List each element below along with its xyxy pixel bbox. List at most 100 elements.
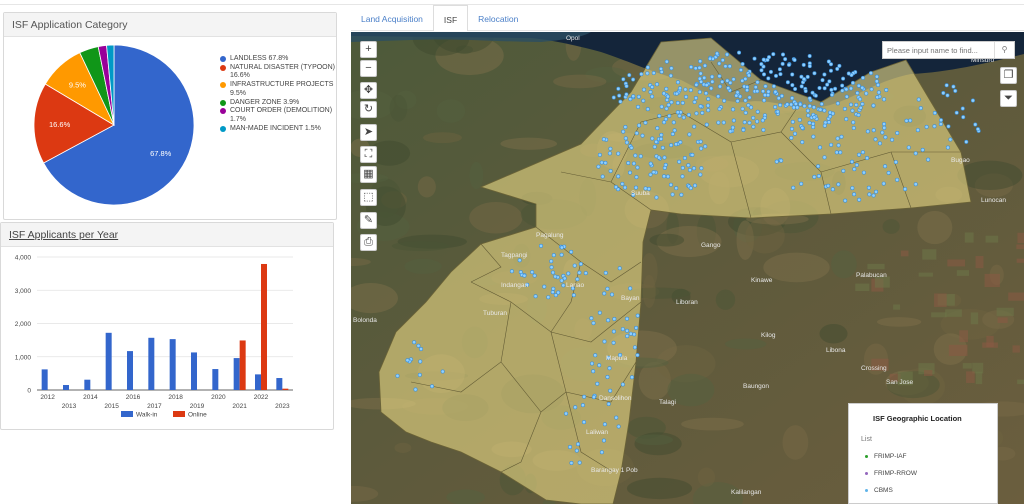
pie-slice-label-1: 16.6%	[49, 120, 71, 129]
place-label: Mapula	[606, 355, 628, 362]
bar-walk-in-2018[interactable]	[169, 339, 176, 390]
rotate-button[interactable]: ↻	[360, 101, 377, 118]
pie-legend-item-0[interactable]: LANDLESS 67.8%	[220, 55, 340, 63]
y-tick-label: 1,000	[15, 354, 32, 361]
place-label: Liboran	[676, 299, 698, 306]
pie-legend-item-1[interactable]: NATURAL DISASTER (TYPOON) 16.6%	[220, 64, 340, 81]
legend-dot-icon	[220, 99, 226, 106]
place-label: Bolonda	[353, 317, 377, 324]
bar-legend-label[interactable]: Online	[188, 412, 207, 419]
legend-dot-icon	[220, 82, 226, 89]
x-tick-label: 2016	[126, 394, 141, 401]
bar-panel-title[interactable]: ISF Applicants per Year	[1, 223, 333, 247]
x-tick-label: 2013	[62, 403, 77, 410]
place-label: Tuburan	[483, 310, 507, 317]
bar-walk-in-2015[interactable]	[105, 332, 112, 390]
map-search-input[interactable]	[883, 42, 995, 58]
place-label: Tagpangi	[501, 252, 527, 259]
filter-button[interactable]: ⏷	[1000, 90, 1017, 107]
print-button[interactable]: ⎙	[360, 234, 377, 251]
x-tick-label: 2021	[232, 403, 247, 410]
pie-legend-item-3[interactable]: DANGER ZONE 3.9%	[220, 99, 340, 107]
geo-legend-subtitle: List	[861, 436, 872, 443]
place-label: Kinawe	[751, 277, 773, 284]
pie-legend-item-4[interactable]: COURT ORDER (DEMOLITION) 1.7%	[220, 107, 340, 124]
x-tick-label: 2012	[40, 394, 55, 401]
y-tick-label: 3,000	[15, 288, 32, 295]
place-label: San Jose	[886, 379, 913, 386]
x-tick-label: 2014	[83, 394, 98, 401]
legend-dot-icon	[220, 64, 226, 71]
y-tick-label: 2,000	[15, 321, 32, 328]
pie-legend-label: INFRASTRUCTURE PROJECTS 9.5%	[230, 81, 334, 97]
layers-button[interactable]: ❐	[1000, 67, 1017, 84]
search-icon[interactable]: ⚲	[994, 42, 1014, 58]
tab-land-acquisition[interactable]: Land Acquisition	[351, 5, 433, 31]
pie-legend-item-5[interactable]: MAN-MADE INCIDENT 1.5%	[220, 125, 340, 133]
place-label: Gango	[701, 242, 721, 249]
place-label: Baungon	[743, 383, 769, 390]
place-label: Bugao	[951, 157, 970, 164]
place-label: Lanao	[566, 282, 584, 289]
geo-legend-item-frimp-rrow[interactable]: FRIMP-RROW	[849, 470, 997, 477]
bar-walk-in-2021[interactable]	[233, 358, 240, 390]
bar-legend-label[interactable]: Walk-in	[136, 412, 158, 419]
legend-dot-icon	[220, 108, 226, 115]
zoom-out-button[interactable]: −	[360, 60, 377, 77]
compass-button[interactable]: ➤	[360, 124, 377, 141]
bar-walk-in-2020[interactable]	[212, 369, 219, 390]
bar-walk-in-2013[interactable]	[63, 385, 69, 390]
place-label: Bayan	[621, 295, 640, 302]
pie-slice-label-0: 67.8%	[150, 149, 172, 158]
pie-legend-label: MAN-MADE INCIDENT 1.5%	[230, 124, 321, 132]
application-category-panel: ISF Application Category 67.8% 16.6% 9.5% …	[3, 12, 337, 220]
pie-legend: LANDLESS 67.8% NATURAL DISASTER (TYPOON) 1…	[220, 55, 340, 134]
map-area: Land Acquisition ISF Relocation Opol Minsur…	[351, 5, 1024, 504]
bar-walk-in-2012[interactable]	[41, 369, 48, 390]
bar-legend-swatch-icon	[121, 411, 133, 417]
place-label: Lunocan	[981, 197, 1006, 204]
pie-legend-label: LANDLESS 67.8%	[230, 55, 289, 62]
select-button[interactable]: ⬚	[360, 189, 377, 206]
pie-legend-label: NATURAL DISASTER (TYPOON) 16.6%	[230, 63, 336, 80]
bar-online-2023[interactable]	[282, 388, 289, 390]
zoom-in-button[interactable]: +	[360, 41, 377, 58]
bar-online-2021[interactable]	[239, 340, 246, 390]
pan-button[interactable]: ✥	[360, 82, 377, 99]
bar-online-2022[interactable]	[261, 263, 267, 390]
legend-dot-icon	[220, 125, 226, 132]
bar-walk-in-2022[interactable]	[255, 374, 261, 390]
x-tick-label: 2017	[147, 403, 162, 410]
legend-dot-icon	[865, 489, 868, 492]
bar-chart: 0 1,000 2,000 3,000 4,000 2012 2013 2014 2015 201…	[15, 255, 293, 419]
tab-isf[interactable]: ISF	[432, 5, 469, 31]
bar-walk-in-2017[interactable]	[148, 337, 155, 390]
tab-relocation[interactable]: Relocation	[468, 5, 528, 31]
edit-button[interactable]: ✎	[360, 212, 377, 229]
applicants-per-year-panel: ISF Applicants per Year 0 1,000 2,000 3,000…	[0, 222, 334, 430]
bar-walk-in-2016[interactable]	[127, 351, 133, 390]
x-tick-label: 2019	[190, 403, 205, 410]
bar-walk-in-2023[interactable]	[276, 378, 283, 390]
pie-legend-label: DANGER ZONE 3.9%	[230, 98, 300, 106]
map-search: ⚲	[882, 41, 1015, 59]
pie-legend-item-2[interactable]: INFRASTRUCTURE PROJECTS 9.5%	[220, 81, 340, 98]
legend-dot-icon	[865, 455, 868, 458]
place-label: Suuba	[631, 190, 650, 197]
geo-legend-label: FRIMP-IAF	[874, 453, 907, 460]
y-tick-label: 4,000	[15, 255, 32, 262]
bar-walk-in-2014[interactable]	[84, 379, 91, 390]
full-extent-button[interactable]: ⛶	[360, 146, 377, 163]
map-view[interactable]: Opol Minsuro Bugao Lunocan Pagalung Tagpangi G…	[351, 32, 1024, 504]
place-label: Opol	[566, 35, 580, 42]
place-label: Libona	[826, 347, 846, 354]
geo-legend-item-frimp-iaf[interactable]: FRIMP-IAF	[849, 453, 997, 460]
pie-slice-label-2: 9.5%	[69, 81, 86, 90]
grid-button[interactable]: ▦	[360, 166, 377, 183]
geo-legend-label: FRIMP-RROW	[874, 470, 917, 477]
x-tick-label: 2015	[104, 403, 119, 410]
geo-legend-item-cbms[interactable]: CBMS	[849, 487, 997, 494]
place-label: Barangay 1 Pob	[591, 467, 638, 474]
place-label: Kilog	[761, 332, 776, 339]
bar-walk-in-2019[interactable]	[191, 352, 197, 390]
